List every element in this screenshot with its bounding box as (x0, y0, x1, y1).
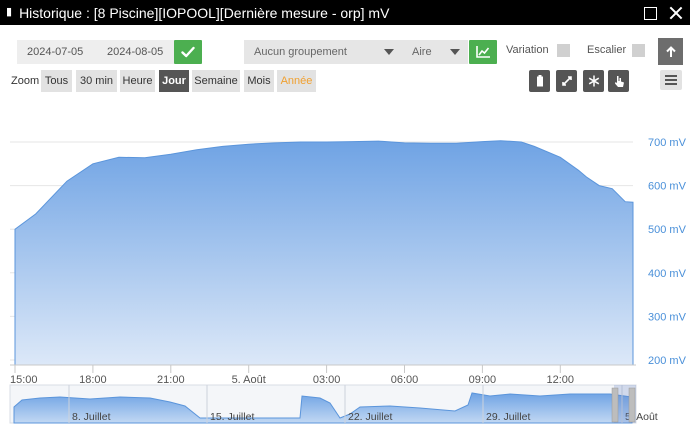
chevron-down-icon (384, 49, 394, 55)
close-icon[interactable] (668, 5, 684, 21)
window-controls (642, 0, 684, 25)
zoom-week-button[interactable]: Semaine (192, 70, 240, 92)
staircase-checkbox[interactable] (632, 44, 645, 57)
chart-area-series (14, 140, 634, 366)
x-tick-label: 09:00 (469, 374, 497, 386)
y-tick-label: 600 mV (648, 181, 687, 193)
arrow-up-icon (665, 45, 676, 57)
pointer-icon[interactable] (608, 70, 629, 92)
x-tick-label: 5. Août (232, 374, 266, 386)
zoom-month-button[interactable]: Mois (244, 70, 274, 92)
area-chart-icon (476, 46, 490, 58)
y-tick-label: 400 mV (648, 268, 687, 280)
zoom-year-button[interactable]: Année (277, 70, 316, 92)
x-tick-label: 12:00 (547, 374, 575, 386)
maximize-icon[interactable] (642, 5, 658, 21)
zoom-30min-button[interactable]: 30 min (76, 70, 117, 92)
zoom-day-button[interactable]: Jour (159, 70, 189, 92)
menu-icon (665, 75, 677, 77)
window-titlebar: ▮ Historique : [8 Piscine][IOPOOL][Derni… (0, 0, 690, 25)
y-axis: 700 mV 600 mV 500 mV 400 mV 300 mV 200 mV (648, 137, 687, 367)
zoom-all-button[interactable]: Tous (41, 70, 72, 92)
date-end-input[interactable]: 2024-08-05 (97, 40, 174, 64)
grouping-select[interactable]: Aucun groupement (244, 40, 402, 64)
x-tick-label: 21:00 (157, 374, 185, 386)
x-tick-label: 15:00 (10, 374, 38, 386)
zoom-hour-button[interactable]: Heure (120, 70, 155, 92)
x-tick-label: 03:00 (313, 374, 341, 386)
apply-dates-button[interactable] (174, 40, 202, 64)
check-icon (181, 46, 195, 58)
navigator-handle-right[interactable] (628, 387, 636, 423)
navigator-label: 15. Juillet (210, 411, 254, 423)
battery-icon[interactable] (529, 70, 550, 92)
snowflake-icon[interactable] (583, 70, 604, 92)
x-tick-label: 06:00 (391, 374, 419, 386)
chart-type-select[interactable]: Aire (402, 40, 468, 64)
compare-button[interactable] (469, 40, 497, 64)
x-axis: 15:00 18:00 21:00 5. Août 03:00 06:00 09:00 12:… (10, 364, 636, 386)
history-chart: 700 mV 600 mV 500 mV 400 mV 300 mV 200 mV 15:… (9, 137, 687, 424)
variation-label: Variation (506, 44, 549, 56)
variation-checkbox[interactable] (557, 44, 570, 57)
chevron-down-icon (450, 49, 460, 55)
y-tick-label: 500 mV (648, 224, 687, 236)
grouping-value: Aucun groupement (254, 46, 347, 58)
chart-line-icon: ▮ (6, 6, 13, 18)
navigator-label: 22. Juillet (348, 411, 392, 423)
window-title: Historique : [8 Piscine][IOPOOL][Dernièr… (19, 4, 390, 21)
chart-menu-button[interactable] (660, 70, 682, 90)
date-start-input[interactable]: 2024-07-05 (17, 40, 97, 64)
staircase-label: Escalier (587, 44, 627, 56)
scroll-up-button[interactable] (658, 38, 683, 65)
navigator-label: 8. Juillet (72, 411, 111, 423)
y-tick-label: 200 mV (648, 355, 687, 367)
y-tick-label: 300 mV (648, 311, 687, 323)
compress-icon[interactable] (556, 70, 577, 92)
x-tick-label: 18:00 (79, 374, 107, 386)
y-tick-label: 700 mV (648, 137, 687, 149)
zoom-label: Zoom (11, 75, 40, 87)
navigator-handle-left[interactable] (611, 387, 619, 423)
chart-type-value: Aire (412, 46, 432, 58)
navigator[interactable]: 8. Juillet 15. Juillet 22. Juillet 29. Juil… (9, 384, 658, 424)
navigator-label: 29. Juillet (486, 411, 530, 423)
